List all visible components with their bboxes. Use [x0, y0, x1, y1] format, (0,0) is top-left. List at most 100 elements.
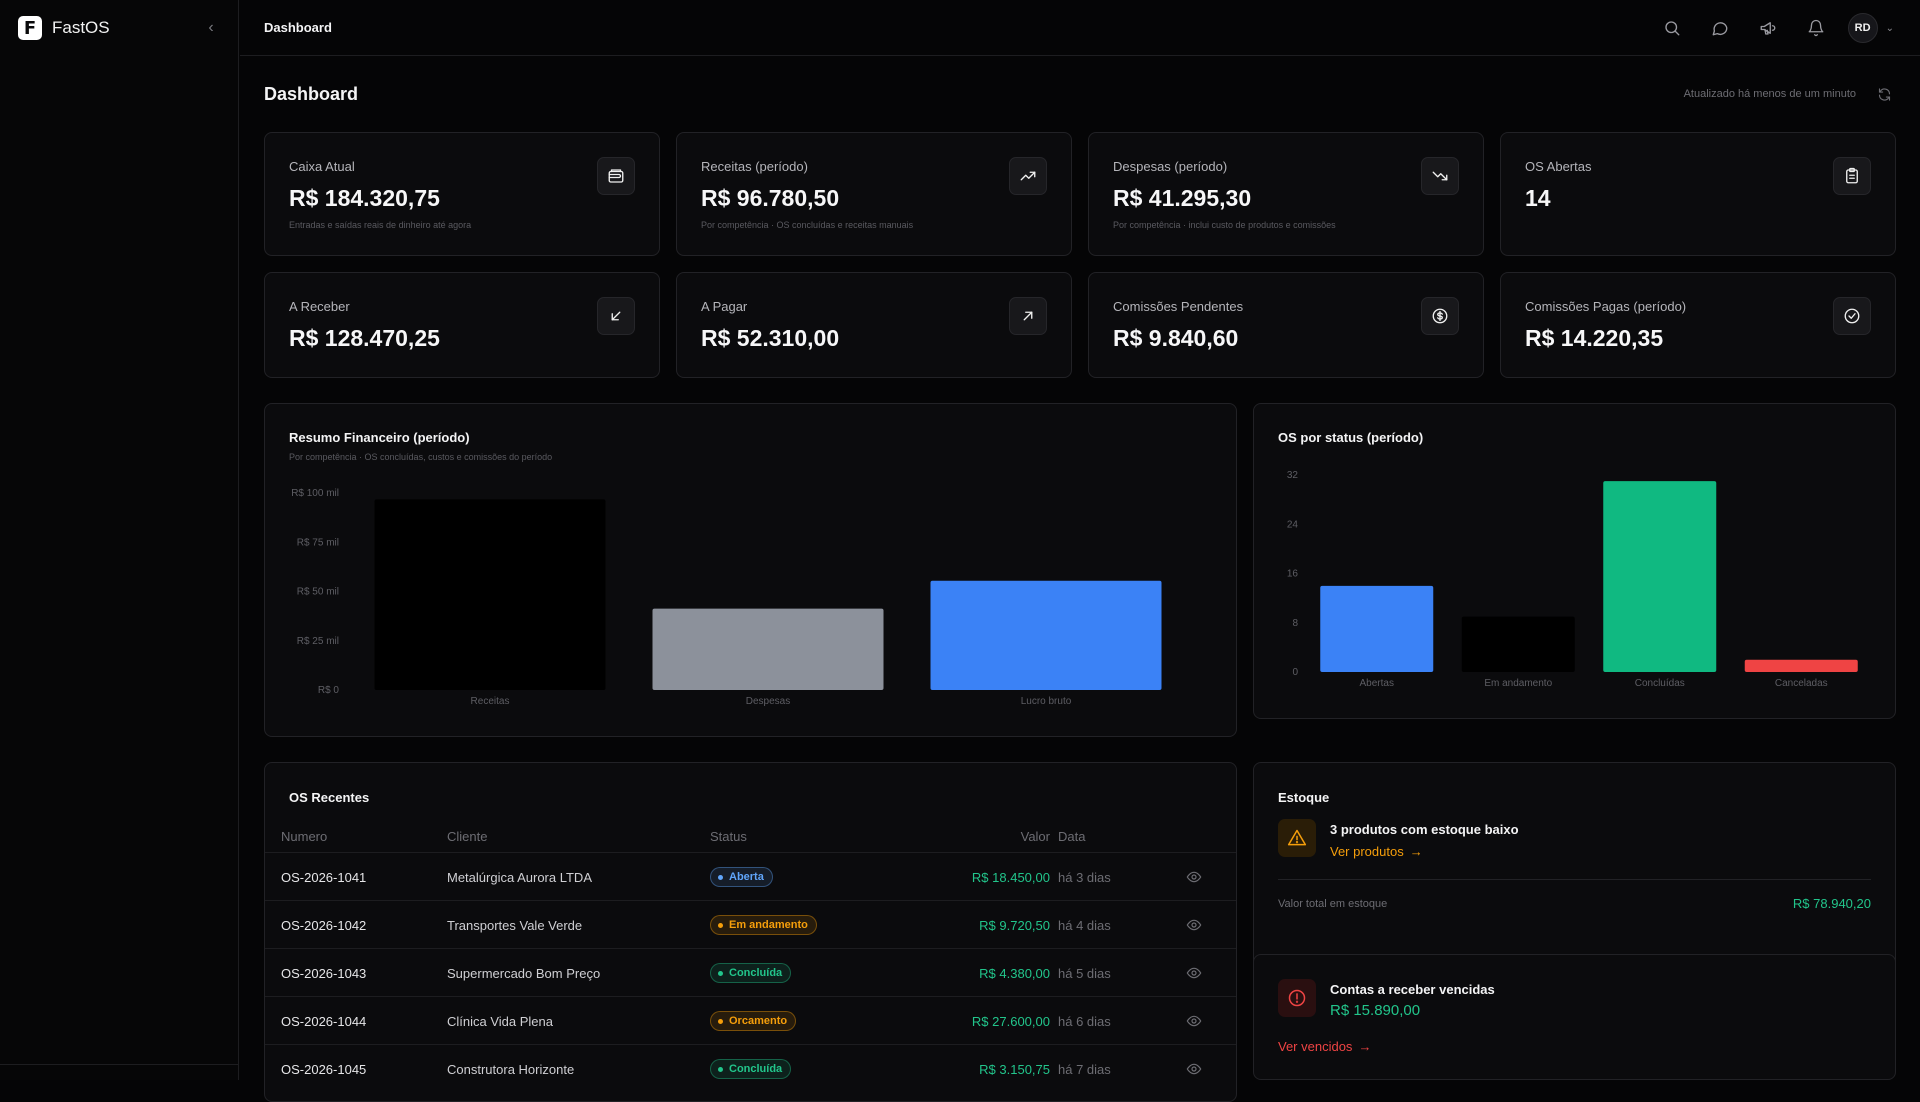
low-stock-alert-text: 3 produtos com estoque baixo [1330, 822, 1519, 837]
arrow-right-icon: → [1409, 844, 1423, 859]
refresh-icon[interactable] [1872, 82, 1896, 106]
stat-subtitle: Entradas e saídas reais de dinheiro até … [289, 220, 472, 230]
dollar-circle-icon [1421, 297, 1459, 335]
os-number[interactable]: OS-2026-1041 [281, 870, 366, 885]
status-bar-chart: 0 8 16 24 32 Abertas Em andamento Concluídas Can… [1287, 470, 1858, 689]
sidebar: F FastOS ‹ [0, 0, 239, 1080]
warning-triangle-icon [1278, 819, 1316, 857]
stat-label: Comissões Pagas (período) [1525, 299, 1687, 314]
os-date: há 4 dias [1058, 918, 1111, 933]
stat-card-comissoes-pagas: Comissões Pagas (período) R$ 14.220,35 [1500, 272, 1896, 378]
user-avatar[interactable]: RD [1847, 13, 1878, 43]
stat-value: R$ 52.310,00 [701, 325, 840, 351]
bar-receitas[interactable] [374, 499, 606, 690]
os-date: há 6 dias [1058, 1014, 1111, 1029]
table-row[interactable]: OS-2026-1043 Supermercado Bom Preço Conclu… [265, 948, 1236, 996]
bell-icon[interactable] [1792, 10, 1840, 46]
wallet-icon [597, 157, 635, 195]
status-badge: Orcamento [710, 1011, 797, 1031]
eye-icon[interactable] [1186, 1013, 1202, 1029]
bar-abertas[interactable] [1320, 585, 1434, 672]
stat-value: R$ 9.840,60 [1113, 325, 1239, 351]
view-products-label: Ver produtos [1330, 844, 1404, 859]
os-number[interactable]: OS-2026-1044 [281, 1014, 366, 1029]
eye-icon[interactable] [1186, 917, 1202, 933]
table-body: OS-2026-1041 Metalúrgica Aurora LTDA Abert… [265, 852, 1236, 1101]
client-name: Metalúrgica Aurora LTDA [447, 870, 592, 885]
stat-label: A Pagar [701, 299, 748, 314]
chart-title: OS por status (período) [1278, 430, 1424, 445]
view-overdue-label: Ver vencidos [1278, 1039, 1353, 1054]
chevron-down-icon[interactable]: ⌄ [1886, 23, 1894, 34]
stat-value: 14 [1525, 185, 1551, 211]
check-circle-icon [1833, 297, 1871, 335]
view-overdue-link[interactable]: Ver vencidos → [1278, 1039, 1371, 1054]
y-tick-label: 24 [1287, 519, 1299, 530]
arrow-right-icon: → [1358, 1039, 1372, 1054]
os-number[interactable]: OS-2026-1045 [281, 1062, 366, 1077]
stock-total-value: R$ 78.940,20 [1792, 896, 1871, 911]
col-header-status[interactable]: Status [710, 829, 747, 844]
breadcrumb: Dashboard [264, 20, 332, 35]
alert-circle-icon [1278, 979, 1316, 1017]
bar-concluídas[interactable] [1603, 481, 1717, 672]
stat-value: R$ 96.780,50 [701, 185, 840, 211]
col-header-cliente[interactable]: Cliente [447, 829, 487, 844]
arrow-down-left-icon [597, 297, 635, 335]
collapse-sidebar-chevron-icon[interactable]: ‹ [203, 16, 219, 40]
os-value: R$ 4.380,00 [979, 966, 1050, 981]
finance-chart-card: Resumo Financeiro (período) Por competên… [264, 403, 1237, 737]
search-icon[interactable] [1648, 10, 1696, 46]
stat-label: Despesas (período) [1113, 159, 1228, 174]
table-row[interactable]: OS-2026-1044 Clínica Vida Plena Orcamento R… [265, 996, 1236, 1044]
col-header-data[interactable]: Data [1058, 829, 1085, 844]
x-tick-label: Canceladas [1775, 678, 1828, 689]
eye-icon[interactable] [1186, 965, 1202, 981]
table-row[interactable]: OS-2026-1045 Construtora Horizonte Concluí… [265, 1044, 1236, 1092]
arrow-up-right-icon [1009, 297, 1047, 335]
table-row[interactable]: OS-2026-1042 Transportes Vale Verde Em and… [265, 900, 1236, 948]
last-updated-text: Atualizado há menos de um minuto [1683, 88, 1856, 100]
client-name: Construtora Horizonte [447, 1062, 575, 1077]
table-row[interactable]: OS-2026-1041 Metalúrgica Aurora LTDA Abert… [265, 852, 1236, 900]
view-products-link[interactable]: Ver produtos → [1330, 844, 1423, 859]
y-tick-label: 8 [1292, 618, 1298, 629]
stat-value: R$ 14.220,35 [1525, 325, 1664, 351]
bar-em-andamento[interactable] [1461, 616, 1575, 672]
y-tick-label: 0 [1292, 667, 1298, 678]
recent-os-card: OS Recentes Numero Cliente Status Valor … [264, 762, 1237, 1102]
os-number[interactable]: OS-2026-1043 [281, 966, 366, 981]
stat-value: R$ 184.320,75 [289, 185, 440, 211]
trending-up-icon [1009, 157, 1047, 195]
eye-icon[interactable] [1186, 1061, 1202, 1077]
status-badge: Concluída [710, 1059, 792, 1079]
table-title: OS Recentes [289, 790, 370, 805]
bar-lucro-bruto[interactable] [930, 580, 1162, 690]
x-tick-label: Em andamento [1484, 678, 1552, 689]
chart-subtitle: Por competência · OS concluídas, custos … [289, 452, 553, 462]
stat-card-a-receber: A Receber R$ 128.470,25 [264, 272, 660, 378]
finance-bar-chart: R$ 0 R$ 25 mil R$ 50 mil R$ 75 mil R$ 100 mi… [291, 488, 1162, 707]
megaphone-icon[interactable] [1744, 10, 1792, 46]
os-date: há 5 dias [1058, 966, 1111, 981]
eye-icon[interactable] [1186, 869, 1202, 885]
stat-value: R$ 128.470,25 [289, 325, 440, 351]
os-date: há 7 dias [1058, 1062, 1111, 1077]
stat-label: Caixa Atual [289, 159, 355, 174]
stat-card-a-pagar: A Pagar R$ 52.310,00 [676, 272, 1072, 378]
overdue-title: Contas a receber vencidas [1330, 982, 1495, 997]
col-header-valor[interactable]: Valor [905, 829, 1050, 844]
client-name: Clínica Vida Plena [447, 1014, 553, 1029]
x-tick-label: Abertas [1360, 678, 1394, 689]
os-value: R$ 27.600,00 [971, 1014, 1050, 1029]
col-header-numero[interactable]: Numero [281, 829, 327, 844]
os-number[interactable]: OS-2026-1042 [281, 918, 366, 933]
chat-icon[interactable] [1696, 10, 1744, 46]
os-value: R$ 9.720,50 [979, 918, 1050, 933]
bar-canceladas[interactable] [1744, 659, 1858, 672]
client-name: Supermercado Bom Preço [447, 966, 601, 981]
app-name: FastOS [52, 18, 110, 37]
y-tick-label: 32 [1287, 470, 1299, 481]
bar-despesas[interactable] [652, 608, 884, 690]
status-badge: Em andamento [710, 915, 817, 935]
